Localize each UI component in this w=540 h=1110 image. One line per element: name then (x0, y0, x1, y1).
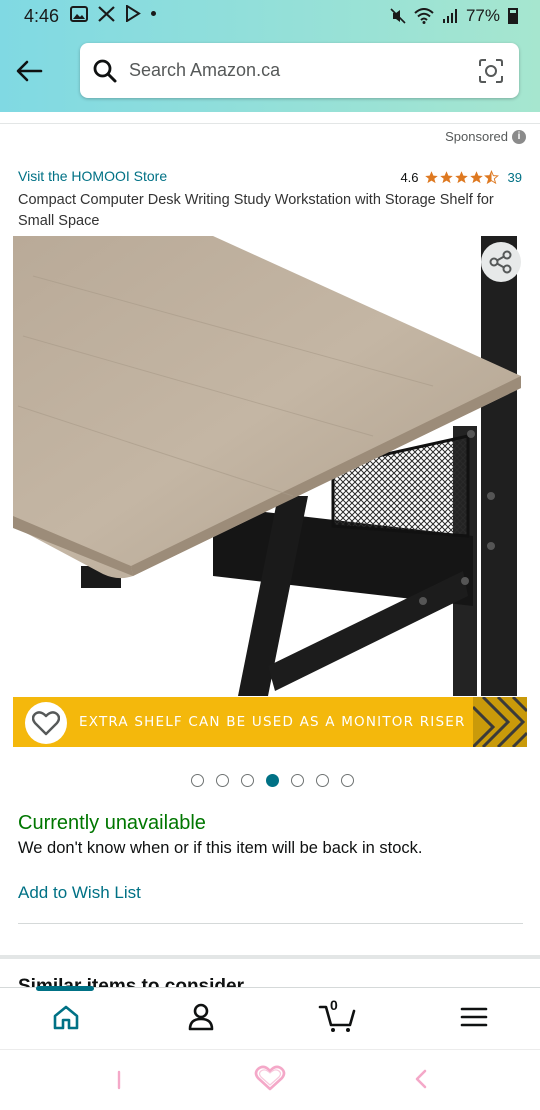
hatch-pattern (473, 697, 527, 747)
back-arrow-icon[interactable] (14, 56, 44, 86)
carousel-dot[interactable] (241, 774, 254, 787)
wishlist-heart-button[interactable] (25, 702, 67, 744)
carousel-dot[interactable] (191, 774, 204, 787)
nav-menu-button[interactable] (454, 1000, 494, 1034)
product-title: Compact Computer Desk Writing Study Work… (18, 192, 494, 229)
rating-count[interactable]: 39 (508, 170, 522, 185)
system-status: 77% (390, 6, 518, 26)
gallery-icon (70, 5, 88, 22)
battery-icon (508, 8, 518, 24)
camera-search-icon[interactable] (478, 58, 504, 84)
nav-account-button[interactable] (181, 1000, 221, 1034)
carousel-dot[interactable] (266, 774, 279, 787)
header-divider (0, 112, 540, 124)
carousel-dot[interactable] (341, 774, 354, 787)
section-divider (0, 955, 540, 959)
half-star-icon (483, 170, 499, 185)
heart-icon (32, 711, 60, 736)
star-icon (424, 171, 438, 184)
search-bar[interactable]: Search Amazon.ca (80, 43, 519, 98)
home-heart-icon[interactable] (254, 1064, 286, 1092)
info-icon: i (512, 129, 526, 144)
product-image-banner: EXTRA SHELF CAN BE USED AS A MONITOR RIS… (13, 697, 527, 747)
cart-icon (318, 1005, 356, 1032)
battery-percent: 77% (465, 6, 500, 25)
status-bar: 4:46 77% (0, 0, 540, 34)
cart-count: 0 (330, 997, 338, 1013)
image-carousel-dots[interactable] (191, 774, 354, 787)
x-icon (98, 5, 115, 22)
search-input[interactable]: Search Amazon.ca (129, 60, 280, 81)
store-link[interactable]: Visit the HOMOOI Store (18, 168, 167, 184)
active-tab-indicator (36, 986, 94, 991)
rating-summary[interactable]: 4.6 39 (400, 170, 522, 185)
search-icon (93, 59, 117, 83)
nav-home-button[interactable] (46, 1000, 86, 1034)
back-icon[interactable] (412, 1068, 430, 1090)
menu-icon (460, 1007, 488, 1027)
sponsored-text: Sponsored (445, 129, 508, 144)
mute-icon (390, 8, 406, 24)
rating-stars (424, 170, 499, 185)
add-to-wish-list-link[interactable]: Add to Wish List (18, 883, 141, 903)
carousel-dot[interactable] (291, 774, 304, 787)
play-store-icon (126, 5, 141, 22)
sponsored-label[interactable]: Sponsored i (445, 129, 526, 144)
carousel-dot[interactable] (316, 774, 329, 787)
rating-value: 4.6 (400, 170, 419, 185)
status-time: 4:46 (24, 6, 60, 26)
home-icon (53, 1005, 79, 1030)
dot-icon (151, 11, 156, 16)
notification-icons (70, 5, 156, 22)
system-navigation-bar (0, 1049, 540, 1110)
account-icon (188, 1003, 214, 1031)
share-icon (489, 250, 512, 274)
divider (18, 923, 523, 924)
wifi-icon (414, 8, 434, 24)
banner-text: EXTRA SHELF CAN BE USED AS A MONITOR RIS… (79, 714, 466, 730)
availability-status: Currently unavailable (18, 812, 206, 834)
product-image[interactable] (13, 236, 527, 696)
star-icon (454, 171, 468, 184)
share-button[interactable] (481, 242, 521, 282)
star-icon (439, 171, 453, 184)
availability-message: We don't know when or if this item will … (18, 839, 423, 857)
signal-icon (442, 9, 457, 23)
nav-cart-button[interactable]: 0 (316, 997, 360, 1034)
header-bar: 4:46 77% Search Amazon.ca (0, 0, 540, 112)
star-icon (469, 171, 483, 184)
recent-apps-icon[interactable] (112, 1070, 126, 1090)
carousel-dot[interactable] (216, 774, 229, 787)
